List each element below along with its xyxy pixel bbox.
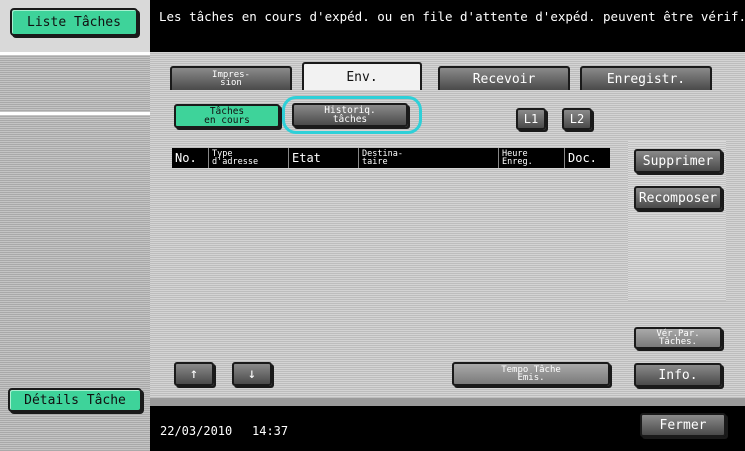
tab-receive[interactable]: Recevoir <box>438 66 570 90</box>
tab-storage[interactable]: Enregistr. <box>580 66 712 90</box>
column-header-number: No. <box>175 151 197 165</box>
send-timer-button[interactable]: Tempo Tâche Emis. <box>452 362 610 386</box>
line-1-button[interactable]: L1 <box>516 108 546 130</box>
delete-button[interactable]: Supprimer <box>634 149 722 173</box>
sidebar-divider <box>0 52 150 55</box>
sidebar <box>0 0 150 451</box>
job-list-button[interactable]: Liste Tâches <box>10 8 138 36</box>
sidebar-divider <box>0 112 150 115</box>
arrow-up-icon: ↑ <box>189 366 199 382</box>
job-details-button[interactable]: Détails Tâche <box>8 388 142 412</box>
column-header-status: Etat <box>288 148 358 168</box>
current-jobs-button[interactable]: Tâches en cours <box>174 104 280 128</box>
arrow-down-icon: ↓ <box>247 366 257 382</box>
recompose-button[interactable]: Recomposer <box>634 186 722 210</box>
tab-send[interactable]: Env. <box>302 62 422 90</box>
job-table-body <box>172 168 610 340</box>
close-button[interactable]: Fermer <box>640 413 726 437</box>
scroll-down-button[interactable]: ↓ <box>232 362 272 386</box>
column-header-documents: Doc. <box>564 148 610 168</box>
check-job-settings-button[interactable]: Vér.Par. Tâches. <box>634 327 722 349</box>
column-header-address-type: Type d'adresse <box>208 148 288 168</box>
job-table-header: No. Type d'adresse Etat Destina- taire H… <box>172 148 610 168</box>
job-history-button[interactable]: Historiq. tâches <box>292 103 408 127</box>
tab-print[interactable]: Impres- sion <box>170 66 292 90</box>
column-header-destination: Destina- taire <box>358 148 498 168</box>
column-header-time-stored: Heure Enreg. <box>498 148 564 168</box>
scroll-up-button[interactable]: ↑ <box>174 362 214 386</box>
info-button[interactable]: Info. <box>634 363 722 387</box>
footer-divider <box>150 398 745 406</box>
line-2-button[interactable]: L2 <box>562 108 592 130</box>
status-time: 14:37 <box>252 424 289 438</box>
status-date: 22/03/2010 <box>160 424 233 438</box>
header-message: Les tâches en cours d'expéd. ou en file … <box>150 0 745 52</box>
